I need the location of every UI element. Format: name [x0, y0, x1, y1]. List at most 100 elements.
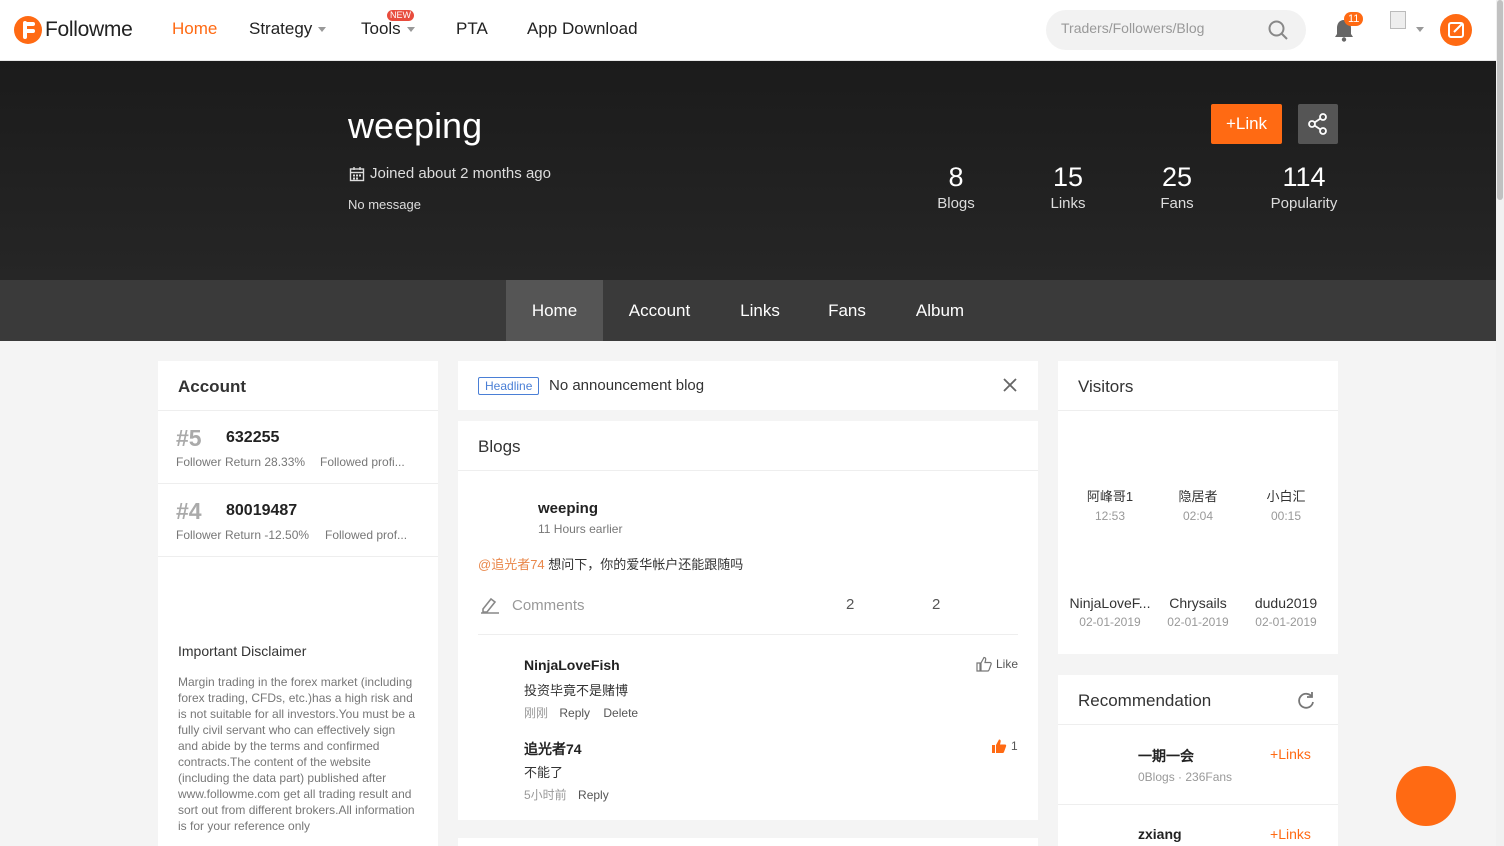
user-avatar[interactable]: [1390, 11, 1406, 29]
search-input[interactable]: [1061, 20, 1261, 36]
visitors-title: Visitors: [1078, 377, 1134, 396]
account-role: Follower: [176, 455, 222, 469]
stat-popularity[interactable]: 114 Popularity: [1264, 162, 1344, 212]
blog-body[interactable]: @追光者74 想问下，你的爱华帐户还能跟随吗: [478, 554, 743, 573]
comment-author[interactable]: 追光者74: [524, 739, 582, 759]
stat-label: Fans: [1160, 195, 1194, 212]
comments-label[interactable]: Comments: [512, 597, 585, 614]
stat-blogs[interactable]: 8 Blogs: [920, 162, 992, 212]
headline-card: [458, 361, 1038, 410]
nav-home[interactable]: Home: [172, 19, 217, 39]
nav-tools[interactable]: Tools: [361, 19, 415, 39]
follow-link-button[interactable]: +Links: [1270, 746, 1311, 762]
like-label: Like: [996, 657, 1019, 671]
stat-fans[interactable]: 25 Fans: [1141, 162, 1213, 212]
disclaimer-text: Margin trading in the forex market (incl…: [178, 675, 416, 833]
blog-author[interactable]: weeping: [538, 500, 598, 517]
write-post-button[interactable]: [1440, 14, 1472, 46]
like-button[interactable]: Like: [976, 656, 1018, 672]
comment-meta: 5小时前 Reply: [524, 786, 619, 803]
comment-text: 不能了: [524, 765, 564, 780]
visitor-item[interactable]: 隐居者 02:04: [1154, 486, 1242, 523]
visitor-item[interactable]: 小白汇 00:15: [1242, 486, 1330, 523]
follow-link-label: Links: [1278, 746, 1311, 762]
plus-icon: +: [1270, 746, 1279, 762]
comment-time: 刚刚: [524, 706, 549, 720]
like-button[interactable]: 1: [991, 738, 1018, 754]
divider: [1058, 724, 1338, 725]
blog-mention[interactable]: @追光者74: [478, 557, 545, 572]
plus-icon: +: [1225, 114, 1236, 133]
logo-icon: [14, 16, 42, 44]
headline-text: No announcement blog: [549, 377, 705, 394]
tab-album[interactable]: Album: [900, 280, 980, 341]
stat-label: Links: [1050, 195, 1086, 212]
stat-links[interactable]: 15 Links: [1032, 162, 1104, 212]
account-rank: #4: [176, 498, 202, 524]
tab-links[interactable]: Links: [728, 280, 792, 341]
share-button[interactable]: [1298, 104, 1338, 144]
visitor-time: 12:53: [1094, 509, 1126, 523]
visitor-item[interactable]: 阿峰哥1 12:53: [1066, 486, 1154, 523]
stat-value: 114: [1282, 162, 1326, 192]
stat-value: 25: [1161, 162, 1193, 192]
stat-value: 8: [948, 162, 964, 192]
headline-tag: Headline: [478, 377, 540, 395]
visitor-item[interactable]: NinjaLoveF... 02-01-2019: [1066, 595, 1154, 629]
comment-edit-icon[interactable]: [480, 596, 500, 614]
joined-date: Joined about 2 months ago: [349, 165, 551, 182]
reply-link[interactable]: Reply: [578, 788, 609, 802]
account-role: Follower: [176, 528, 222, 542]
visitor-time: 02:04: [1182, 509, 1214, 523]
account-card-title: Account: [178, 377, 246, 396]
logo-text: Followme: [45, 18, 133, 41]
edit-icon: [1448, 22, 1464, 38]
divider: [158, 556, 438, 557]
plus-icon: +: [1270, 826, 1279, 842]
close-icon[interactable]: [1002, 377, 1018, 393]
notification-badge: 11: [1344, 12, 1364, 26]
scrollbar-thumb[interactable]: [1497, 0, 1503, 200]
stat-label: Blogs: [937, 195, 975, 212]
comment-meta: 刚刚 Reply Delete: [524, 704, 648, 721]
visitor-name: 小白汇: [1266, 489, 1306, 504]
visitor-name: Chrysails: [1169, 595, 1227, 611]
refresh-icon[interactable]: [1296, 690, 1316, 710]
follow-link-button[interactable]: +Links: [1270, 826, 1311, 842]
divider: [478, 634, 1018, 635]
divider: [1058, 410, 1338, 411]
page-scrollbar[interactable]: [1496, 0, 1504, 846]
visitor-name: 隐居者: [1178, 489, 1218, 504]
profile-message: No message: [348, 197, 421, 212]
delete-link[interactable]: Delete: [603, 706, 638, 720]
visitor-name: dudu2019: [1254, 595, 1318, 611]
comment-count[interactable]: 2: [846, 596, 854, 613]
visitor-item[interactable]: Chrysails 02-01-2019: [1154, 595, 1242, 629]
comment-time: 5小时前: [524, 788, 567, 802]
link-button[interactable]: +Link: [1211, 104, 1282, 144]
account-return: Return 28.33%: [225, 455, 306, 469]
followme-logo[interactable]: Followme: [14, 14, 133, 46]
recommendation-meta: 0Blogs · 236Fans: [1138, 770, 1233, 784]
like-count[interactable]: 2: [932, 596, 940, 613]
visitor-item[interactable]: dudu2019 02-01-2019: [1242, 595, 1330, 629]
new-badge: NEW: [387, 10, 414, 21]
tab-fans[interactable]: Fans: [816, 280, 878, 341]
tab-home[interactable]: Home: [506, 280, 603, 341]
search-box: [1046, 10, 1306, 50]
blogs-card: [458, 421, 1038, 820]
nav-app-download[interactable]: App Download: [527, 19, 638, 39]
calendar-icon: [349, 166, 365, 181]
search-icon[interactable]: [1268, 20, 1288, 40]
tab-account[interactable]: Account: [612, 280, 707, 341]
thumbs-up-icon: [992, 739, 1007, 753]
account-id: 632255: [226, 429, 280, 446]
comment-author[interactable]: NinjaLoveFish: [524, 657, 620, 673]
nav-strategy[interactable]: Strategy: [249, 19, 327, 39]
nav-pta[interactable]: PTA: [456, 19, 488, 39]
floating-action-button[interactable]: [1396, 766, 1456, 826]
recommendation-name[interactable]: zxiang: [1138, 826, 1182, 842]
recommendation-name[interactable]: 一期一会: [1138, 746, 1194, 766]
chevron-down-icon[interactable]: [1416, 27, 1424, 32]
reply-link[interactable]: Reply: [559, 706, 590, 720]
